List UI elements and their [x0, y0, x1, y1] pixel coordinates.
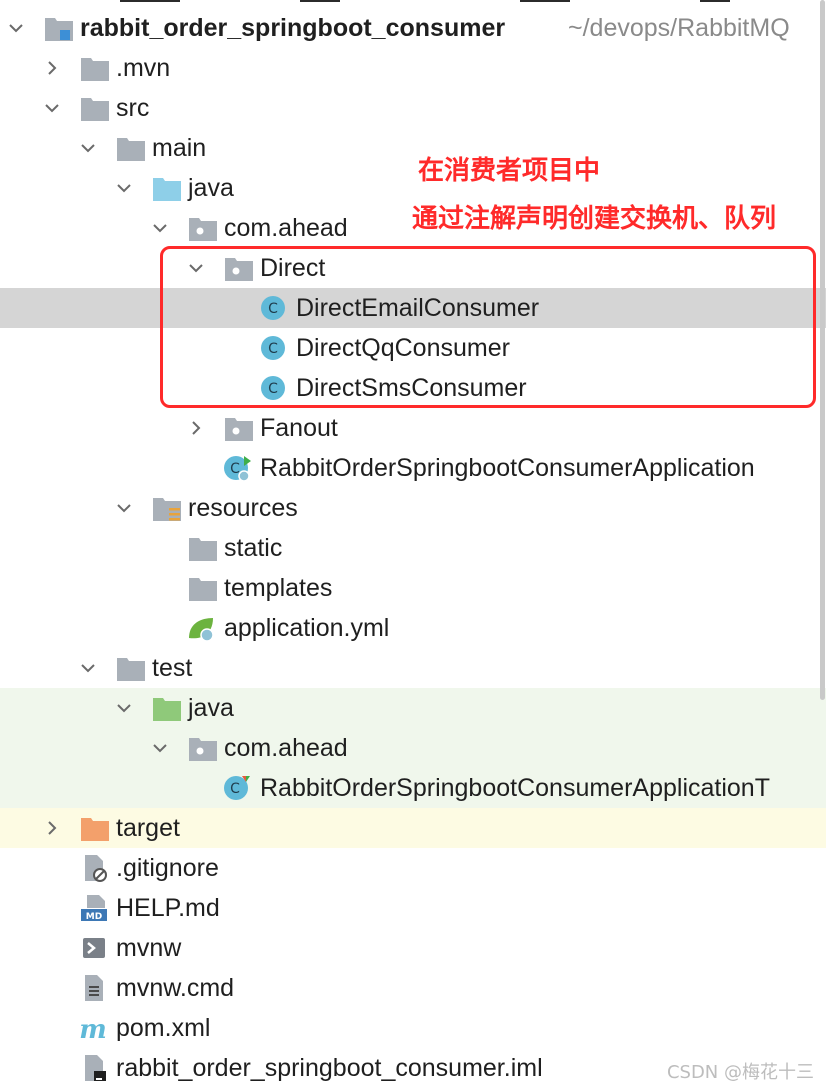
- chevron-right-icon[interactable]: [44, 60, 60, 76]
- tree-item-label: java: [188, 174, 234, 202]
- chevron-down-icon[interactable]: [152, 740, 168, 756]
- test-source-folder-icon: [153, 698, 181, 721]
- tree-item-label: java: [188, 694, 234, 722]
- spring-boot-class-icon: C: [224, 456, 251, 482]
- tree-item-label: application.yml: [224, 614, 390, 642]
- project-tree: rabbit_order_springboot_consumer ~/devop…: [0, 0, 826, 1092]
- tree-item-label: .gitignore: [116, 854, 219, 882]
- highlight-box: [160, 246, 816, 408]
- root-module-name: rabbit_order_springboot_consumer: [80, 14, 506, 42]
- chevron-right-icon[interactable]: [188, 420, 204, 436]
- chevron-down-icon[interactable]: [8, 20, 24, 36]
- tree-item-label: target: [116, 814, 180, 842]
- tree-item-test-java[interactable]: java: [0, 688, 826, 728]
- watermark: CSDN @梅花十三: [666, 1062, 814, 1083]
- chevron-down-icon[interactable]: [80, 660, 96, 676]
- tree-item-label: src: [116, 94, 150, 122]
- tree-item-label: test: [152, 654, 193, 682]
- folder-icon: [81, 98, 109, 121]
- tree-item-static[interactable]: static: [0, 528, 826, 568]
- module-folder-icon: [45, 18, 73, 41]
- tree-item-label: pom.xml: [116, 1014, 211, 1042]
- folder-icon: [189, 538, 217, 561]
- svg-text:C: C: [230, 781, 240, 797]
- tree-item-templates[interactable]: templates: [0, 568, 826, 608]
- tree-item-label: templates: [224, 574, 333, 602]
- tree-item-resources[interactable]: resources: [0, 488, 826, 528]
- shell-script-icon: [83, 938, 105, 958]
- chevron-right-icon[interactable]: [44, 820, 60, 836]
- tree-item-src[interactable]: src: [0, 88, 826, 128]
- tree-item-label: main: [152, 134, 207, 162]
- resources-folder-icon: [153, 498, 181, 521]
- annotation-line-1: 在消费者项目中: [418, 156, 601, 186]
- source-folder-icon: [153, 178, 181, 201]
- tree-item-application-class[interactable]: C RabbitOrderSpringbootConsumerApplicati…: [0, 448, 826, 488]
- spring-config-icon: [189, 618, 214, 642]
- package-icon: [189, 738, 217, 761]
- tree-item-label: com.ahead: [224, 734, 348, 762]
- markdown-file-icon: MD: [81, 895, 107, 922]
- tree-item-help-md[interactable]: MD HELP.md: [0, 888, 826, 928]
- tree-item-label: mvnw: [116, 934, 182, 962]
- tree-item-label: mvnw.cmd: [116, 974, 235, 1002]
- tree-item-fanout[interactable]: Fanout: [0, 408, 826, 448]
- clipped-top-edge: [0, 0, 826, 6]
- tree-item-test-com-ahead[interactable]: com.ahead: [0, 728, 826, 768]
- package-icon: [189, 218, 217, 241]
- tree-root-row[interactable]: rabbit_order_springboot_consumer ~/devop…: [0, 8, 826, 48]
- chevron-down-icon[interactable]: [80, 140, 96, 156]
- annotation-line-2: 通过注解声明创建交换机、队列: [412, 204, 777, 234]
- folder-icon: [117, 138, 145, 161]
- folder-icon: [81, 58, 109, 81]
- tree-item-label: resources: [188, 494, 298, 522]
- tree-item-test-class[interactable]: C RabbitOrderSpringbootConsumerApplicati…: [0, 768, 826, 808]
- chevron-down-icon[interactable]: [116, 500, 132, 516]
- tree-item-pom-xml[interactable]: m pom.xml: [0, 1008, 826, 1048]
- tree-item-label: static: [224, 534, 283, 562]
- ignore-file-icon: [85, 855, 107, 882]
- tree-item-main[interactable]: main: [0, 128, 826, 168]
- tree-item-gitignore[interactable]: .gitignore: [0, 848, 826, 888]
- tree-item-label: .mvn: [116, 54, 171, 82]
- tree-item-application-yml[interactable]: application.yml: [0, 608, 826, 648]
- package-icon: [225, 418, 253, 441]
- svg-text:MD: MD: [86, 912, 102, 922]
- folder-icon: [189, 578, 217, 601]
- svg-text:m: m: [79, 1015, 107, 1042]
- text-file-icon: [85, 975, 103, 1001]
- tree-item-label: com.ahead: [224, 214, 348, 242]
- tree-item-label: RabbitOrderSpringbootConsumerApplication: [260, 454, 755, 482]
- tree-item-mvn[interactable]: .mvn: [0, 48, 826, 88]
- tree-item-mvnw-cmd[interactable]: mvnw.cmd: [0, 968, 826, 1008]
- excluded-folder-icon: [81, 818, 109, 841]
- chevron-down-icon[interactable]: [152, 220, 168, 236]
- chevron-down-icon[interactable]: [116, 700, 132, 716]
- tree-item-mvnw[interactable]: mvnw: [0, 928, 826, 968]
- root-path-hint: ~/devops/RabbitMQ: [568, 14, 790, 42]
- module-file-icon: [85, 1055, 106, 1081]
- tree-item-label: RabbitOrderSpringbootConsumerApplication…: [260, 774, 770, 802]
- tree-item-test[interactable]: test: [0, 648, 826, 688]
- test-class-icon: C: [224, 776, 250, 800]
- tree-item-target[interactable]: target: [0, 808, 826, 848]
- tree-item-label: rabbit_order_springboot_consumer.iml: [116, 1054, 543, 1082]
- maven-icon: m: [79, 1015, 107, 1042]
- chevron-down-icon[interactable]: [116, 180, 132, 196]
- tree-item-label: HELP.md: [116, 894, 220, 922]
- chevron-down-icon[interactable]: [44, 100, 60, 116]
- vertical-scrollbar[interactable]: [820, 0, 825, 700]
- tree-item-label: Fanout: [260, 414, 338, 442]
- folder-icon: [117, 658, 145, 681]
